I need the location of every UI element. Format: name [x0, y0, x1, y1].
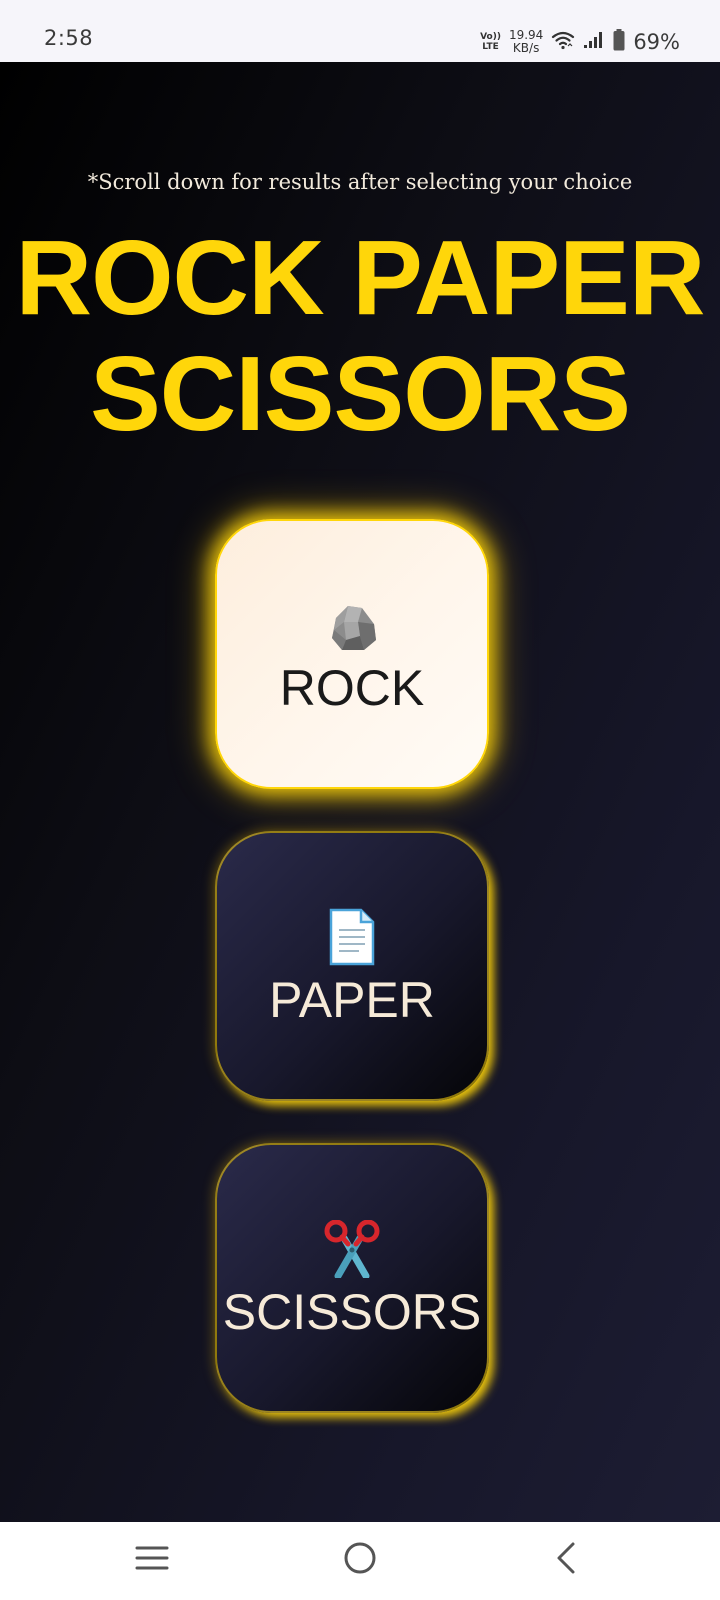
status-icons: Vo)) LTE 19.94 KB/s 69%	[480, 24, 680, 60]
home-button[interactable]	[330, 1530, 390, 1590]
scissors-button[interactable]: SCISSORS	[215, 1143, 489, 1413]
paper-button[interactable]: PAPER	[215, 831, 489, 1101]
menu-icon	[135, 1545, 169, 1576]
navigation-bar	[0, 1522, 720, 1600]
back-icon	[554, 1541, 578, 1580]
scissors-icon	[322, 1216, 382, 1278]
battery-icon	[613, 28, 625, 56]
title-line-2: SCISSORS	[90, 335, 631, 453]
page-title: ROCK PAPER SCISSORS	[0, 220, 720, 452]
scroll-hint: *Scroll down for results after selecting…	[87, 170, 633, 194]
title-line-1: ROCK PAPER	[15, 219, 706, 337]
wifi-icon	[551, 30, 575, 55]
scissors-label: SCISSORS	[222, 1284, 482, 1340]
volte-label-bottom: LTE	[482, 42, 499, 52]
rock-button[interactable]: ROCK	[215, 519, 489, 789]
rock-icon	[324, 592, 380, 654]
volte-icon: Vo)) LTE	[480, 32, 501, 52]
network-speed-unit: KB/s	[512, 41, 540, 55]
recent-apps-button[interactable]	[122, 1530, 182, 1590]
signal-icon	[583, 31, 605, 54]
rock-label: ROCK	[279, 660, 425, 716]
battery-percent: 69%	[633, 30, 680, 54]
status-time: 2:58	[44, 26, 94, 50]
home-icon	[343, 1541, 377, 1580]
paper-label: PAPER	[269, 972, 435, 1028]
back-button[interactable]	[536, 1530, 596, 1590]
volte-label-top: Vo))	[480, 32, 501, 42]
paper-icon	[327, 904, 377, 966]
game-screen[interactable]: *Scroll down for results after selecting…	[0, 62, 720, 1522]
status-bar: 2:58 Vo)) LTE 19.94 KB/s 69%	[0, 0, 720, 62]
network-speed: 19.94 KB/s	[509, 29, 543, 55]
